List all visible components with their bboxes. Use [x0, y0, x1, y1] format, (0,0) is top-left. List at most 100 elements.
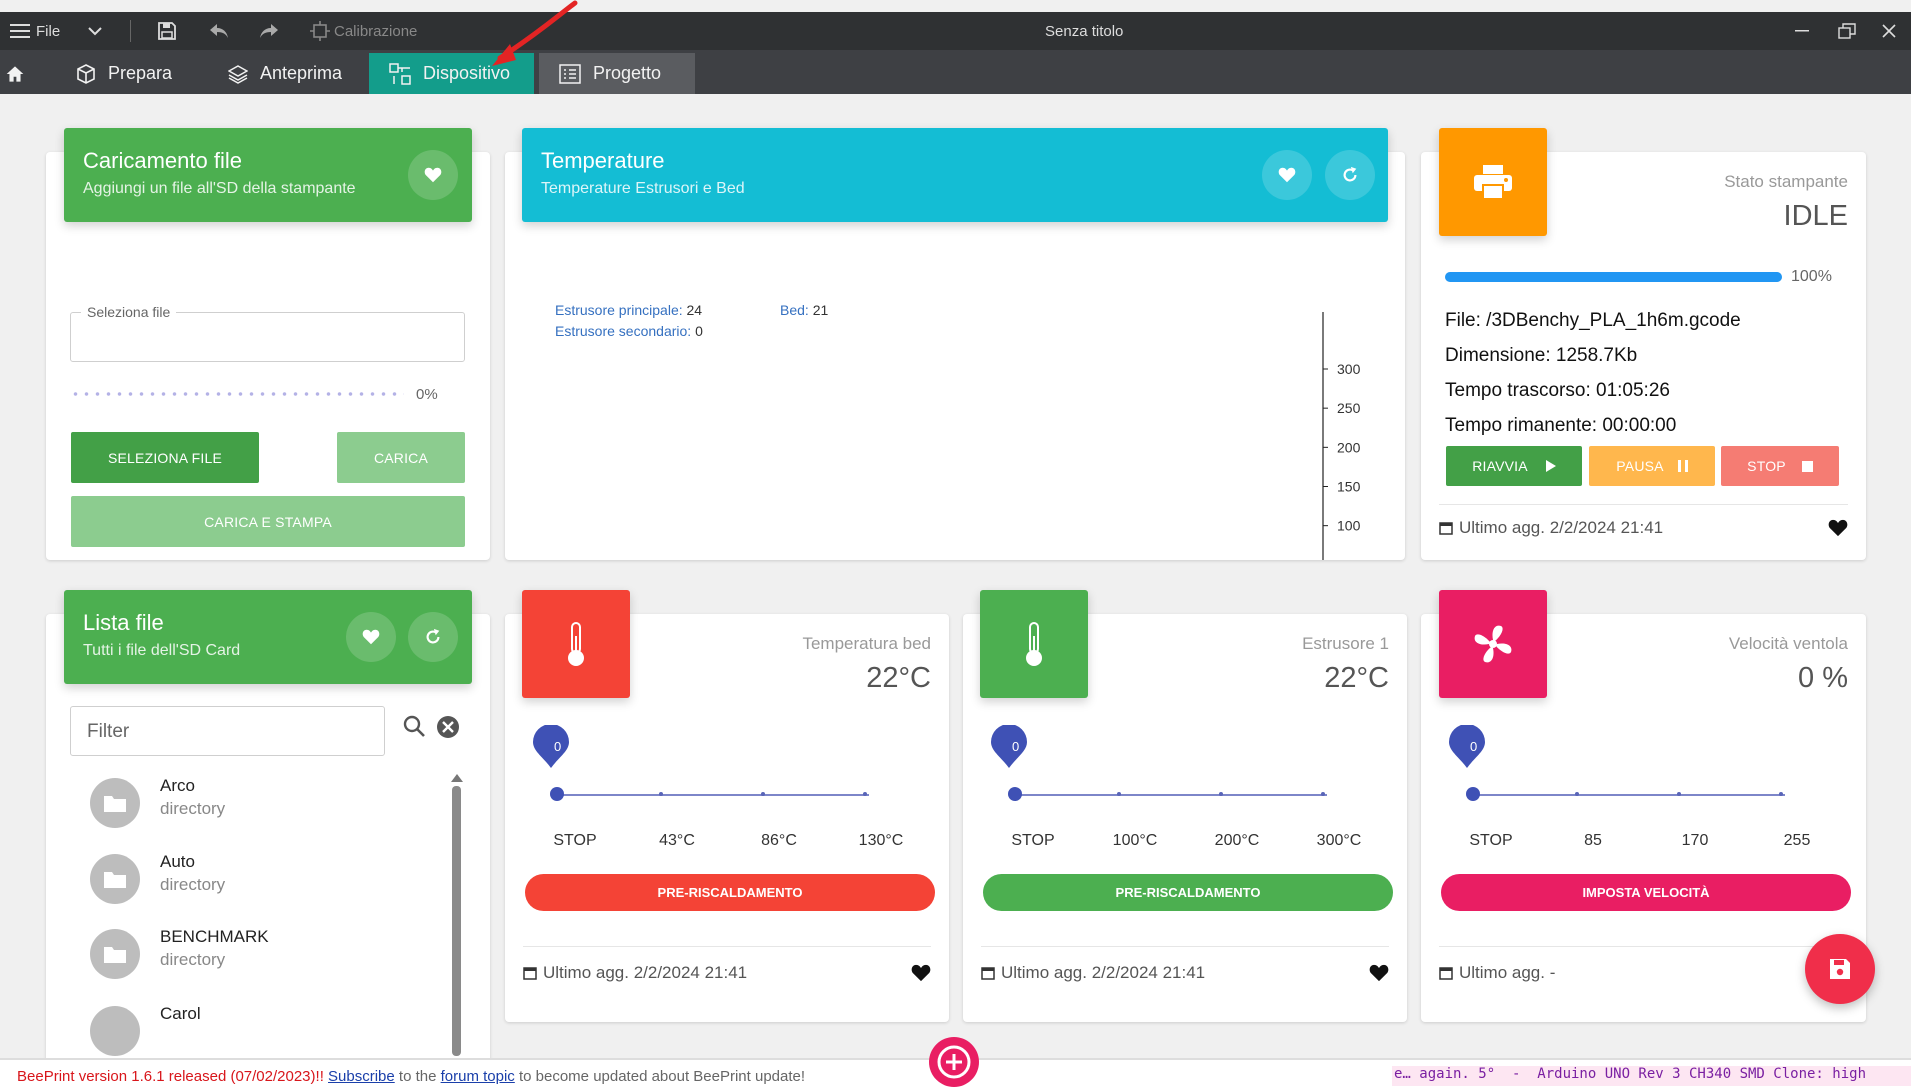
print-remaining: Tempo rimanente: 00:00:00: [1445, 415, 1677, 436]
subscribe-link[interactable]: Subscribe: [328, 1068, 395, 1085]
favorite-button[interactable]: [1262, 150, 1312, 200]
scroll-up-icon[interactable]: [451, 774, 463, 782]
upload-progress-text: 0%: [416, 386, 438, 403]
restore-icon[interactable]: [1838, 12, 1856, 50]
pause-label: PAUSA: [1616, 458, 1664, 474]
window-title: Senza titolo: [1045, 22, 1124, 40]
play-icon: [1545, 460, 1556, 472]
extruder-value: 22°C: [1324, 662, 1389, 694]
slider-tick: [1219, 792, 1223, 796]
calibration-button[interactable]: Calibrazione: [310, 12, 417, 50]
bed-tick-labels: STOP 43°C 86°C 130°C: [505, 832, 949, 852]
heart-icon[interactable]: [1828, 519, 1848, 537]
extruder-label: Estrusore 1: [1302, 634, 1389, 653]
stop-button[interactable]: STOP: [1721, 446, 1839, 486]
file-list-subtitle: Tutti i file dell'SD Card: [83, 642, 241, 659]
slider-value: 0: [554, 739, 562, 754]
status-text: to become updated about BeePrint update!: [514, 1068, 806, 1085]
toolbar-divider: [130, 20, 131, 42]
cube-icon: [77, 63, 95, 84]
status-text: to the: [394, 1068, 441, 1085]
search-icon[interactable]: [403, 715, 425, 737]
stop-label: STOP: [1747, 458, 1786, 474]
calendar-icon: [1439, 966, 1453, 980]
upload-and-print-button[interactable]: CARICA E STAMPA: [71, 496, 465, 547]
bed-preheat-button[interactable]: PRE-RISCALDAMENTO: [525, 874, 935, 911]
upload-title: Caricamento file: [83, 148, 242, 173]
refresh-button[interactable]: [408, 612, 458, 662]
hamburger-icon: [10, 24, 30, 38]
minimize-icon[interactable]: [1795, 12, 1809, 50]
floating-save-button[interactable]: [1805, 934, 1875, 1004]
calendar-icon: [523, 966, 537, 980]
tab-prepara[interactable]: Prepara: [60, 53, 188, 94]
refresh-icon: [1343, 166, 1357, 182]
serial-ticker: e… again. 5° - Arduino UNO Rev 3 CH340 S…: [1392, 1066, 1911, 1086]
print-progress-bar: [1445, 272, 1782, 282]
slider-knob[interactable]: 0: [1449, 725, 1485, 801]
tick-label: STOP: [1469, 832, 1513, 849]
tab-label: Prepara: [108, 63, 173, 83]
file-select-field[interactable]: Seleziona file: [70, 304, 465, 362]
extruder-slider[interactable]: 0: [991, 725, 1327, 801]
save-icon[interactable]: [157, 12, 177, 50]
calendar-icon: [981, 966, 995, 980]
clear-icon[interactable]: [436, 715, 460, 739]
bed-icon-box: [522, 590, 630, 698]
tick-label: 300°C: [1316, 832, 1362, 849]
add-button[interactable]: [929, 1037, 979, 1087]
tab-label: Progetto: [593, 63, 662, 83]
extruder-preheat-button[interactable]: PRE-RISCALDAMENTO: [983, 874, 1393, 911]
thermometer-icon: [1026, 622, 1042, 666]
file-type: directory: [160, 799, 226, 818]
tick-label: 43°C: [659, 832, 695, 849]
slider-tick: [1677, 792, 1681, 796]
slider-knob[interactable]: 0: [533, 725, 569, 801]
home-icon[interactable]: [6, 53, 36, 94]
filter-input[interactable]: Filter: [70, 706, 385, 756]
restart-button[interactable]: RIAVVIA: [1446, 446, 1582, 486]
undo-icon[interactable]: [208, 12, 230, 50]
slider-value: 0: [1012, 739, 1020, 754]
printer-state: IDLE: [1783, 200, 1848, 232]
forum-link[interactable]: forum topic: [441, 1068, 515, 1085]
y-tick-label: 250: [1337, 400, 1361, 416]
chevron-down-icon[interactable]: [88, 12, 102, 50]
bed-value: 22°C: [866, 662, 931, 694]
file-menu[interactable]: File: [10, 12, 60, 50]
extruder-icon-box: [980, 590, 1088, 698]
set-fan-speed-button[interactable]: IMPOSTA VELOCITÀ: [1441, 874, 1851, 911]
filter-placeholder: Filter: [87, 721, 130, 742]
tab-anteprima[interactable]: Anteprima: [212, 53, 358, 94]
favorite-button[interactable]: [408, 150, 458, 200]
pause-button[interactable]: PAUSA: [1589, 446, 1715, 486]
fan-footer: Ultimo agg. -: [1439, 946, 1848, 998]
scrollbar-thumb[interactable]: [452, 786, 461, 1056]
file-menu-label: File: [36, 22, 61, 40]
temperature-header: Temperature Temperature Estrusori e Bed: [522, 128, 1388, 222]
file-list-header: Lista file Tutti i file dell'SD Card: [64, 590, 472, 684]
fan-slider[interactable]: 0: [1449, 725, 1785, 801]
file-select-label: Seleziona file: [81, 304, 177, 320]
calendar-icon: [1439, 521, 1453, 535]
upload-subtitle: Aggiungi un file all'SD della stampante: [83, 180, 356, 197]
annotation-arrow: [492, 0, 578, 66]
favorite-button[interactable]: [346, 612, 396, 662]
heart-icon[interactable]: [911, 964, 931, 982]
y-tick-label: 200: [1337, 439, 1361, 455]
folder-icon: [90, 854, 140, 904]
device-icon: [389, 62, 411, 85]
heart-icon[interactable]: [1369, 964, 1389, 982]
redo-icon[interactable]: [258, 12, 280, 50]
refresh-button[interactable]: [1325, 150, 1375, 200]
y-tick-label: 100: [1337, 518, 1361, 534]
slider-knob[interactable]: 0: [991, 725, 1027, 801]
tick-label: STOP: [1011, 832, 1055, 849]
refresh-icon: [426, 628, 440, 644]
close-icon[interactable]: [1882, 12, 1896, 50]
file-type: directory: [160, 875, 226, 894]
select-file-button[interactable]: SELEZIONA FILE: [71, 432, 259, 483]
upload-button[interactable]: CARICA: [337, 432, 465, 483]
bed-slider[interactable]: 0: [533, 725, 869, 801]
print-file: File: /3DBenchy_PLA_1h6m.gcode: [1445, 310, 1741, 331]
